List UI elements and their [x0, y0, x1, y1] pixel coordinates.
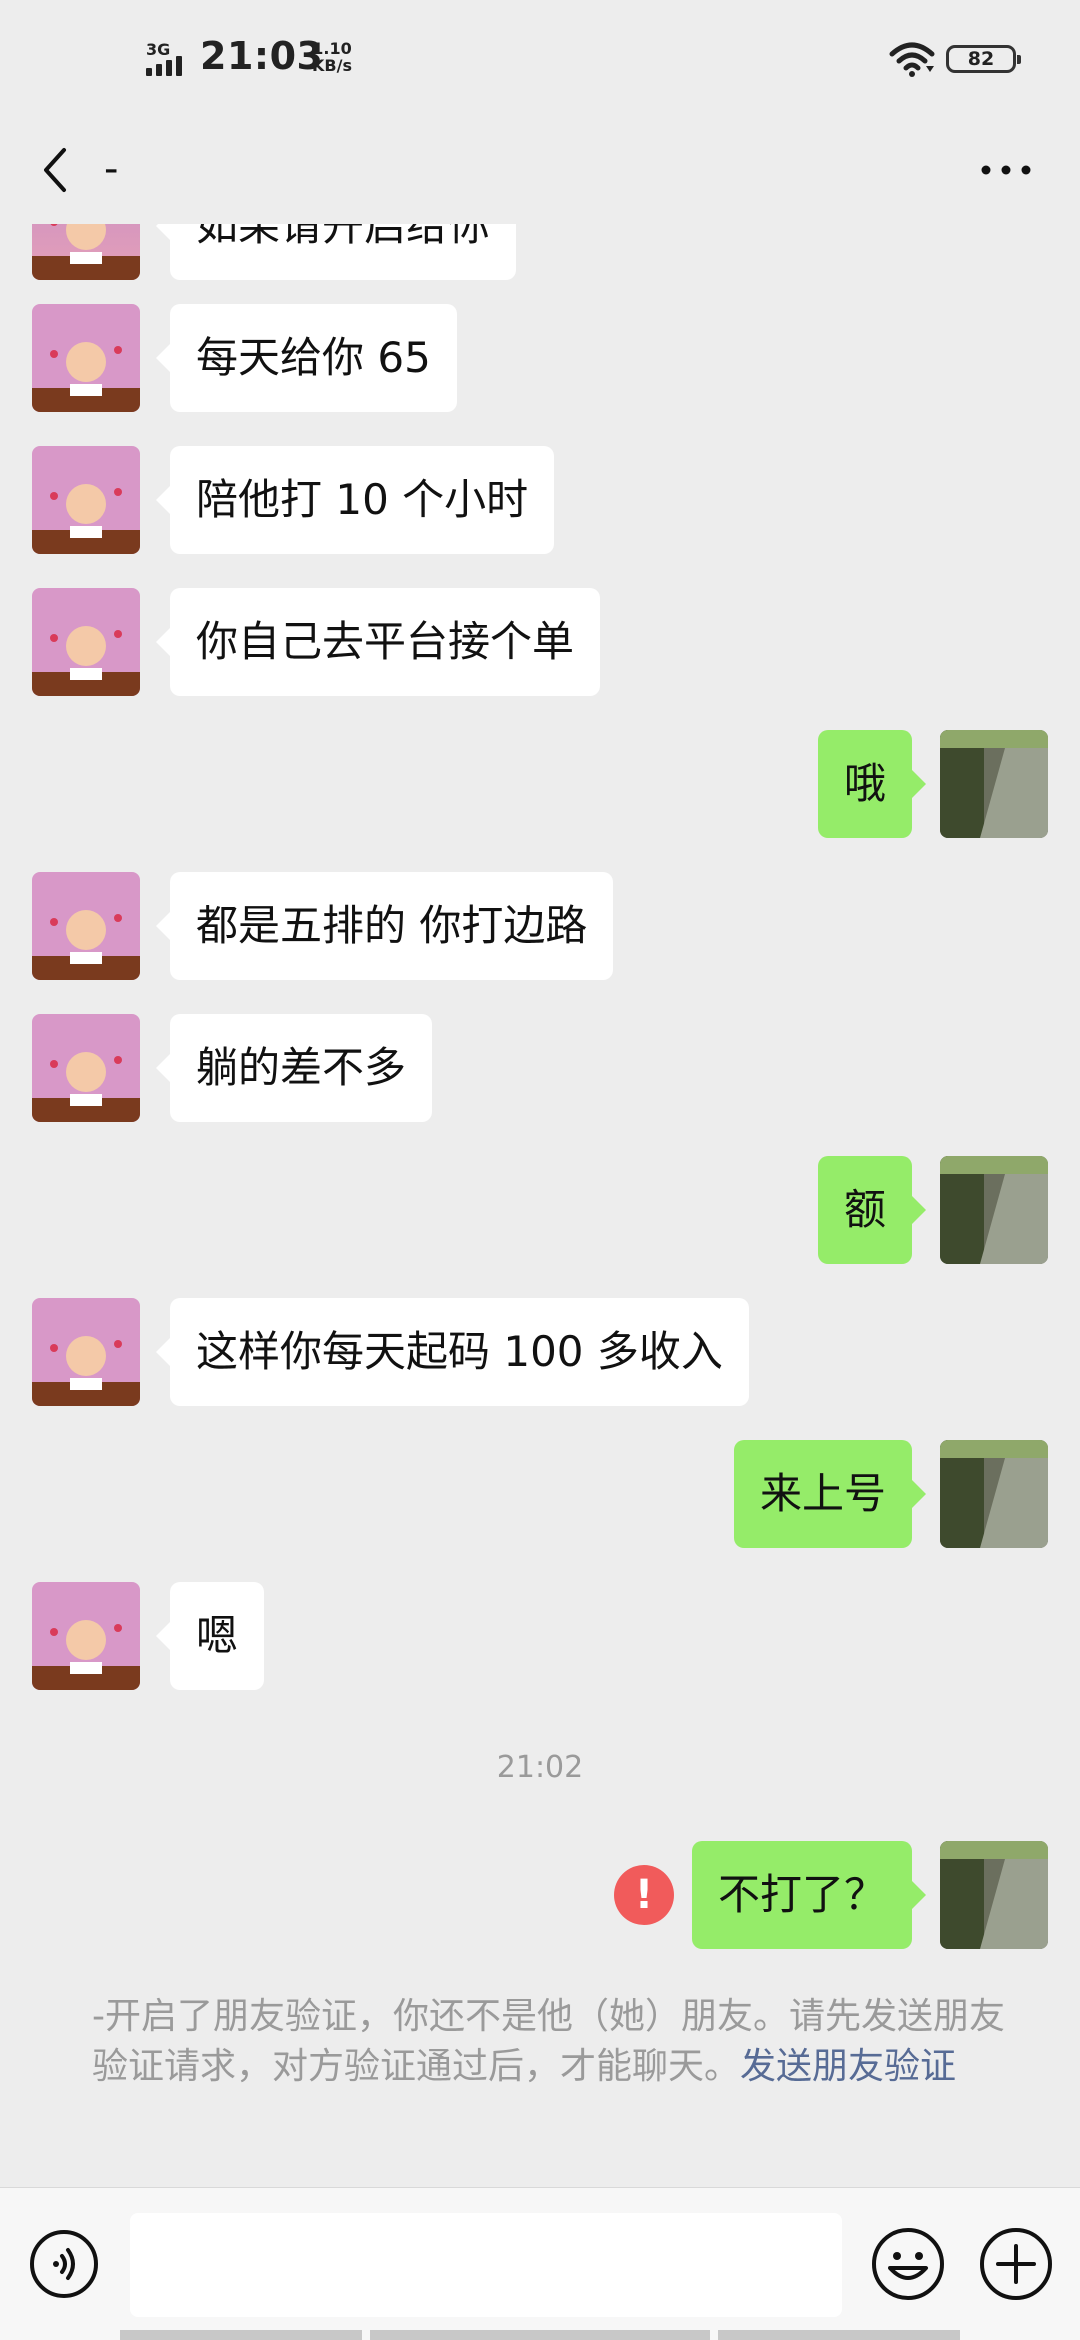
- status-bar: 3G 21:03 1.10 KB/s 82: [0, 0, 1080, 120]
- gesture-bar: [120, 2330, 960, 2340]
- message-bubble-outgoing[interactable]: 来上号: [733, 1440, 927, 1548]
- message-bubble-outgoing[interactable]: 额: [817, 1156, 927, 1264]
- battery-level: 82: [967, 48, 995, 70]
- message-bubble-incoming[interactable]: 你自己去平台接个单: [155, 588, 601, 696]
- voice-icon[interactable]: [28, 2228, 100, 2300]
- my-avatar[interactable]: [940, 1156, 1048, 1264]
- message-timestamp: 21:02: [496, 1750, 584, 1785]
- plus-icon[interactable]: [978, 2226, 1054, 2302]
- network-speed-value: 1.10: [312, 39, 352, 58]
- message-bubble-incoming[interactable]: 如果请开启给你: [155, 224, 517, 280]
- message-bubble-incoming[interactable]: 嗯: [155, 1582, 265, 1690]
- chevron-left-icon[interactable]: [34, 140, 74, 200]
- message-list[interactable]: 如果请开启给你 每天给你 65 陪他打 10 个小时 你自己去平台接个单 哦 都…: [0, 224, 1080, 2187]
- contact-avatar[interactable]: [32, 224, 140, 280]
- my-avatar[interactable]: [940, 1440, 1048, 1548]
- contact-avatar[interactable]: [32, 1582, 140, 1690]
- emoji-icon[interactable]: [870, 2226, 946, 2302]
- battery-indicator: 82: [946, 45, 1021, 73]
- network-speed: 1.10 KB/s: [312, 40, 352, 74]
- contact-avatar[interactable]: [32, 446, 140, 554]
- contact-avatar[interactable]: [32, 588, 140, 696]
- contact-avatar[interactable]: [32, 1014, 140, 1122]
- more-dots-icon[interactable]: [978, 150, 1034, 190]
- my-avatar[interactable]: [940, 730, 1048, 838]
- contact-avatar[interactable]: [32, 304, 140, 412]
- chat-title: -: [104, 146, 119, 192]
- wifi-icon: [889, 42, 935, 77]
- input-bar: [0, 2187, 1080, 2340]
- contact-avatar[interactable]: [32, 872, 140, 980]
- signal-icon: [146, 52, 190, 76]
- message-bubble-incoming[interactable]: 每天给你 65: [156, 304, 457, 412]
- network-speed-unit: KB/s: [312, 56, 352, 75]
- message-bubble-incoming[interactable]: 陪他打 10 个小时: [155, 446, 555, 554]
- contact-avatar[interactable]: [32, 1298, 140, 1406]
- my-avatar[interactable]: [940, 1841, 1048, 1949]
- send-failed-icon[interactable]: !: [614, 1865, 674, 1925]
- message-bubble-incoming[interactable]: 这样你每天起码 100 多收入: [156, 1298, 749, 1406]
- chat-header: -: [0, 120, 1080, 224]
- system-notice: -开启了朋友验证，你还不是他（她）朋友。请先发送朋友验证请求，对方验证通过后，才…: [92, 1992, 1012, 2092]
- message-bubble-outgoing-failed[interactable]: 不打了？: [691, 1841, 927, 1949]
- send-verification-link[interactable]: 发送朋友验证: [740, 2046, 956, 2087]
- message-bubble-incoming[interactable]: 躺的差不多: [155, 1014, 433, 1122]
- message-bubble-incoming[interactable]: 都是五排的 你打边路: [155, 872, 614, 980]
- chat-screen: 3G 21:03 1.10 KB/s 82 - 如果请开启给你 每天给你 65 …: [0, 0, 1080, 2340]
- message-bubble-outgoing[interactable]: 哦: [817, 730, 927, 838]
- status-time: 21:03: [200, 34, 324, 78]
- message-input[interactable]: [130, 2213, 842, 2317]
